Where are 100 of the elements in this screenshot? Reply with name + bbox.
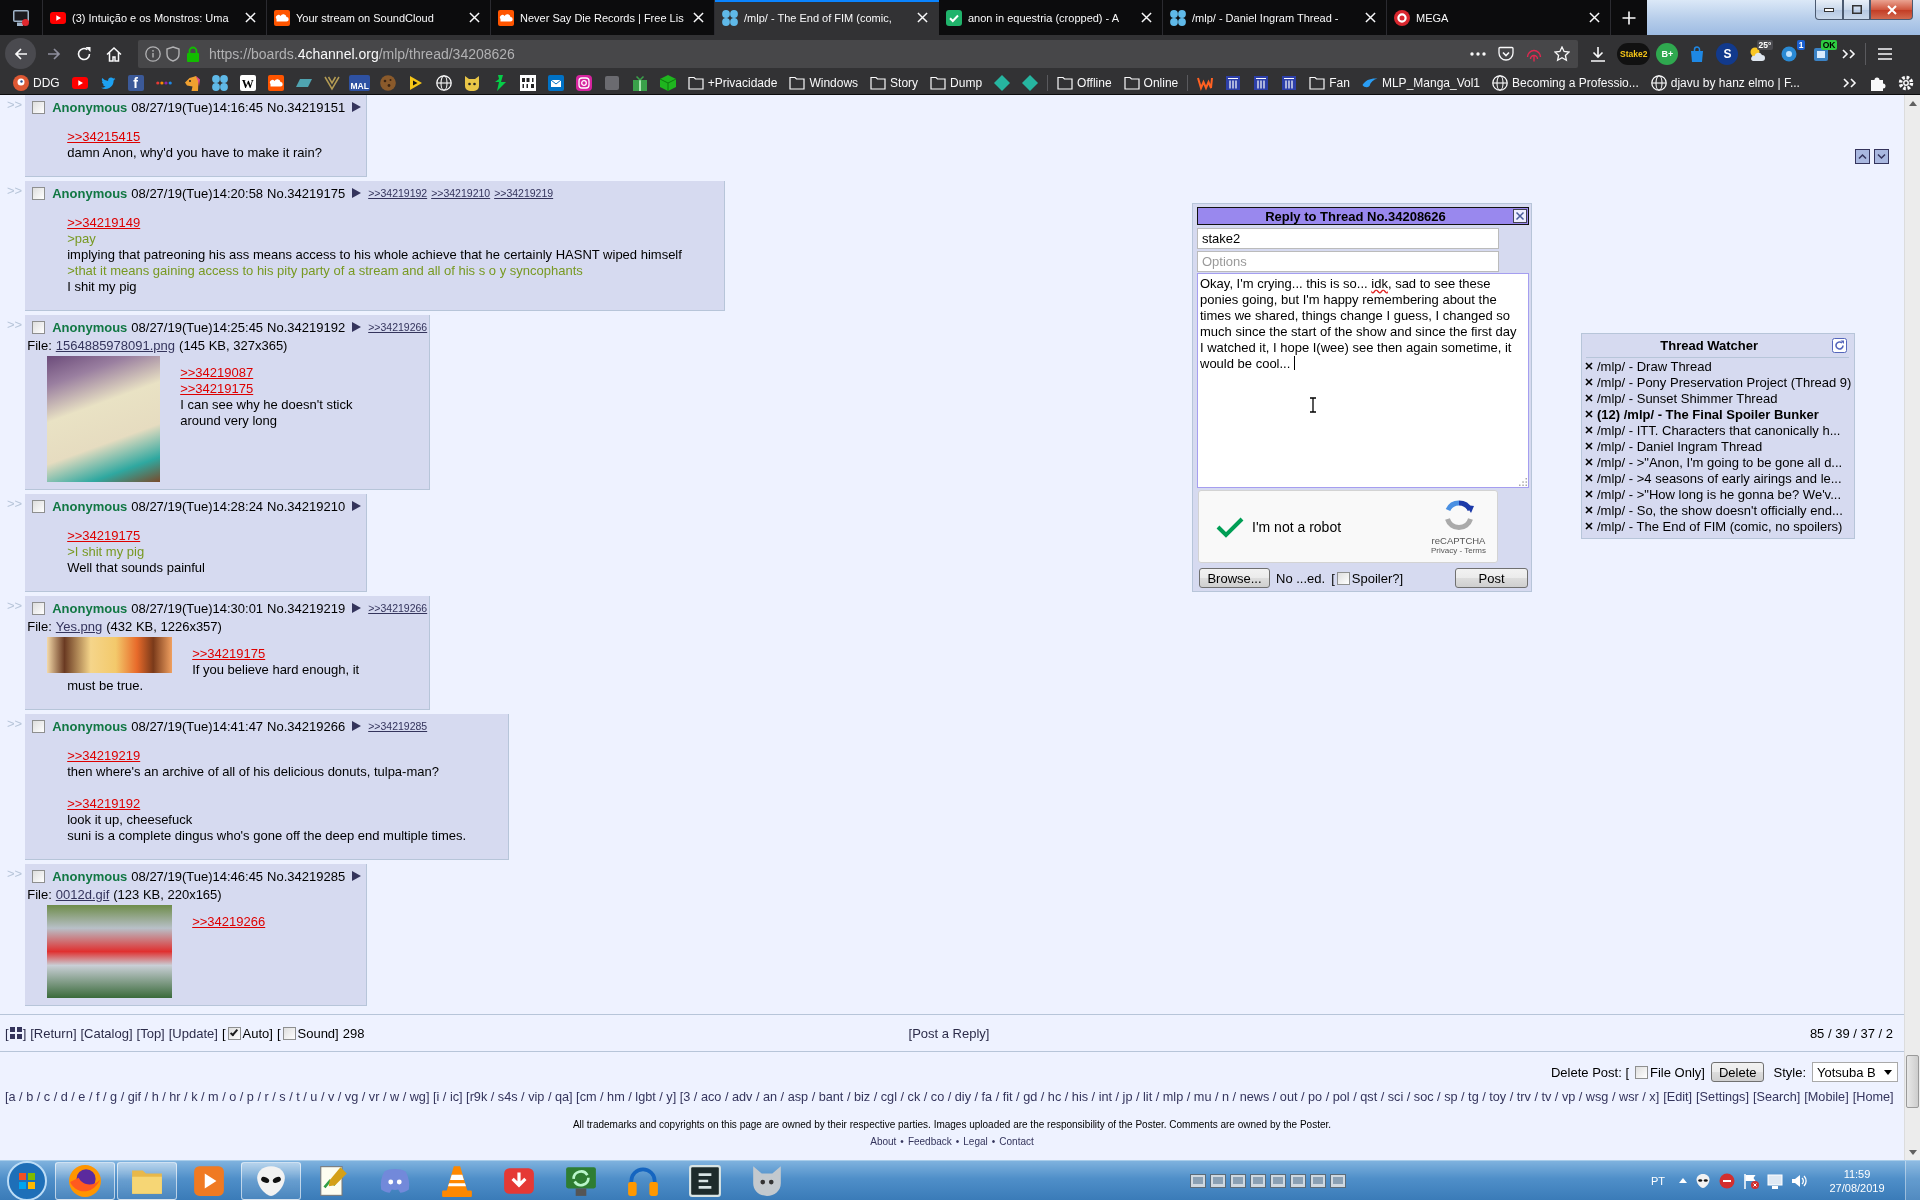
- chevron-down-icon[interactable]: [1874, 149, 1889, 164]
- quote-link[interactable]: >>34215415: [67, 129, 141, 144]
- home-icon[interactable]: [106, 45, 122, 62]
- footer-link[interactable]: Contact: [999, 1135, 1034, 1149]
- comment-field[interactable]: Okay, I'm crying... this is so... idk, sad to see these ponies going, but I'm happy remembering about the times we shared, things change I guess, I changed so much since the start of the show and since the first day I watched it, I hope I(wee) see then again sometime, it would be cool...: [1197, 273, 1529, 488]
- style-select[interactable]: Yotsuba B: [1812, 1062, 1898, 1082]
- chevron-shield-icon[interactable]: [1498, 45, 1514, 62]
- watched-thread[interactable]: /mlp/ - Daniel Ingram Thread: [1584, 438, 1852, 454]
- chevron-up-icon[interactable]: [1855, 149, 1870, 164]
- quote-link[interactable]: >>34219149: [67, 215, 141, 230]
- backlink[interactable]: >>34219192: [368, 187, 428, 199]
- flag-icon[interactable]: [1743, 1172, 1759, 1189]
- window-thumbnail-icon[interactable]: [1310, 1173, 1326, 1188]
- window-thumbnail-icon[interactable]: [1270, 1173, 1286, 1188]
- image-placeholder[interactable]: [47, 637, 173, 673]
- horse-head-icon[interactable]: [183, 75, 200, 91]
- post-checkbox[interactable]: [32, 869, 46, 883]
- checkbox-label[interactable]: [ Sound]: [276, 1025, 339, 1041]
- menu-arrow-icon[interactable]: [352, 102, 362, 112]
- puzzle-icon[interactable]: [1870, 75, 1886, 91]
- post-number[interactable]: No.34219266: [267, 718, 346, 734]
- chevrons-right-icon[interactable]: [1843, 78, 1857, 88]
- close-button[interactable]: [1870, 0, 1913, 20]
- post-checkbox[interactable]: [32, 186, 46, 200]
- backlink[interactable]: >>34219266: [368, 602, 428, 614]
- watched-thread[interactable]: /mlp/ - Sunset Shimmer Thread: [1584, 390, 1852, 406]
- post-number[interactable]: No.34219151: [267, 99, 346, 115]
- footer-link[interactable]: Feedback: [907, 1135, 952, 1149]
- window-thumbnail-icon[interactable]: [1230, 1173, 1246, 1188]
- favicon-tile[interactable]: W: [239, 75, 256, 91]
- chevrons-right-icon[interactable]: [1842, 48, 1857, 59]
- bookmark-folder[interactable]: Offline: [1051, 73, 1118, 93]
- post-reply-link[interactable]: [Post a Reply]: [908, 1025, 990, 1041]
- board-nav-link[interactable]: [Search]: [1753, 1089, 1801, 1105]
- quote-link[interactable]: >>34219192: [67, 796, 141, 811]
- remove-icon[interactable]: [1585, 378, 1593, 386]
- bookmark-item[interactable]: DDG: [7, 73, 66, 93]
- checkbox-label[interactable]: File Only]: [1635, 1064, 1705, 1080]
- orb-icon[interactable]: [7, 1160, 47, 1200]
- watched-thread[interactable]: /mlp/ - >4 seasons of early airings and le...: [1584, 470, 1852, 486]
- minimize-button[interactable]: [1815, 0, 1843, 20]
- play-icon[interactable]: [409, 76, 422, 90]
- remove-icon[interactable]: [1585, 362, 1593, 370]
- checkbox-label[interactable]: [ Auto]: [221, 1025, 273, 1041]
- remove-icon[interactable]: [1585, 490, 1593, 498]
- window-thumbnail-icon[interactable]: [1190, 1173, 1206, 1188]
- diamond-icon[interactable]: [994, 75, 1011, 91]
- file-link[interactable]: 0012d.gif: [55, 886, 110, 902]
- camera-icon[interactable]: [575, 75, 592, 91]
- nav-link[interactable]: [Update]: [168, 1025, 218, 1041]
- watched-thread[interactable]: /mlp/ - The End of FIM (comic, no spoilers): [1584, 518, 1852, 534]
- footer-link[interactable]: Legal: [963, 1135, 988, 1149]
- scrollbar-thumb[interactable]: [1906, 1055, 1919, 1108]
- window-thumbnail-icon[interactable]: [1250, 1173, 1266, 1188]
- browser-tab[interactable]: /mlp/ - The End of FIM (comic,: [715, 0, 939, 35]
- quote-link[interactable]: >>34219175: [192, 646, 266, 661]
- bookmark-folder[interactable]: +Privacidade: [681, 73, 784, 93]
- board-list[interactable]: [a / b / c / d / e / f / g / gif / h / hr / k / m / o / p / r / s / t / u / v / vg / vr / w / wg] [i / ic] [r9k / s4s / vip / qa] [cm / hm / lgbt / y] [3 / aco / adv / an / asp / bant / biz / cgl / ck / co / diy / fa / fit / gd / hc / his / int / jp / lit / mlp / mu / n / news / out / po / pol / qst / sci / soc / sp / tg / toy / trv / tv / vp / wsg / wsr / x]: [5, 1089, 1660, 1105]
- board-nav-link[interactable]: [Settings]: [1696, 1089, 1749, 1105]
- columns-icon[interactable]: [1225, 75, 1242, 91]
- cookie-icon[interactable]: [379, 75, 396, 91]
- watched-thread[interactable]: /mlp/ - >"Anon, I'm going to be gone all d...: [1584, 454, 1852, 470]
- name-field[interactable]: stake2: [1197, 228, 1499, 249]
- watched-thread[interactable]: /mlp/ - Pony Preservation Project (Thread 9): [1584, 374, 1852, 390]
- post-checkbox[interactable]: [32, 320, 46, 334]
- menu-icon[interactable]: [1877, 47, 1894, 60]
- cube-icon[interactable]: [659, 75, 676, 91]
- gallery-link[interactable]: [ ]: [5, 1025, 27, 1041]
- post-number[interactable]: No.34219210: [267, 498, 346, 514]
- quote-link[interactable]: >>34219175: [67, 528, 141, 543]
- bookmark-item[interactable]: Becoming a Professio...: [1486, 73, 1645, 93]
- remove-icon[interactable]: [1585, 426, 1593, 434]
- remove-icon[interactable]: [1585, 474, 1593, 482]
- clock-date[interactable]: 27/08/2019: [1829, 1180, 1885, 1195]
- menu-arrow-icon[interactable]: [352, 501, 362, 511]
- remove-icon[interactable]: [1585, 458, 1593, 466]
- quote-link[interactable]: >>34219087: [180, 365, 254, 380]
- scrollbar[interactable]: [1904, 95, 1920, 1160]
- backlink[interactable]: >>34219210: [431, 187, 491, 199]
- remove-icon[interactable]: [1585, 442, 1593, 450]
- forward-arrow-icon[interactable]: [46, 46, 62, 61]
- remove-icon[interactable]: [1585, 522, 1593, 530]
- binary-tile-icon[interactable]: [519, 75, 536, 91]
- taskbar-button[interactable]: [55, 1161, 115, 1200]
- menu-arrow-icon[interactable]: [352, 603, 362, 613]
- speaker-icon[interactable]: [1791, 1172, 1807, 1189]
- nav-link[interactable]: [Catalog]: [80, 1025, 133, 1041]
- play-button-icon[interactable]: [71, 77, 88, 89]
- board-nav-link[interactable]: [Edit]: [1663, 1089, 1693, 1105]
- file-link[interactable]: Yes.png: [55, 618, 103, 634]
- columns-icon[interactable]: [1281, 75, 1298, 91]
- download-icon[interactable]: [1590, 45, 1606, 62]
- bookmark-folder[interactable]: Fan: [1303, 73, 1356, 93]
- bookmark-folder[interactable]: Dump: [924, 73, 989, 93]
- image-placeholder[interactable]: [47, 905, 173, 998]
- language-indicator[interactable]: PT: [1650, 1174, 1665, 1187]
- extension-button[interactable]: S: [1716, 42, 1739, 65]
- gift-icon[interactable]: [631, 75, 648, 91]
- file-link[interactable]: 1564885978091.png: [55, 337, 176, 353]
- close-icon[interactable]: [1513, 209, 1527, 223]
